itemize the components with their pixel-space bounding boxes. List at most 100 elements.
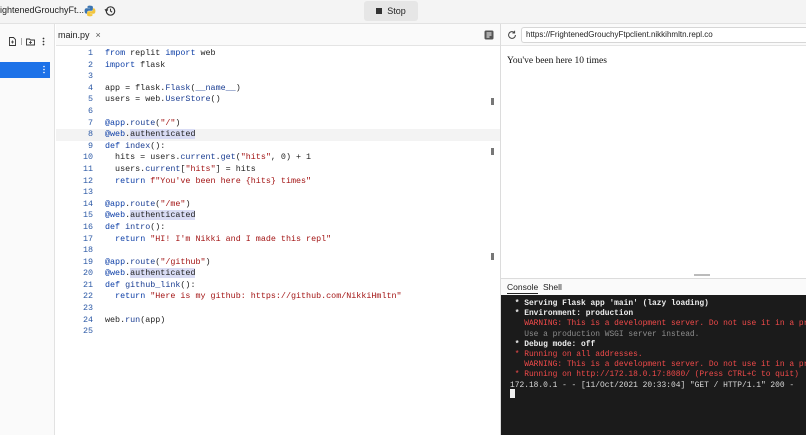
code-text: @app.route("/")	[105, 117, 181, 128]
console-line: * Debug mode: off	[510, 339, 596, 349]
console-output[interactable]: * Serving Flask app 'main' (lazy loading…	[501, 295, 806, 435]
resize-handle[interactable]	[694, 274, 710, 276]
code-text: @web.authenticated	[105, 268, 196, 279]
code-line[interactable]: 3	[56, 71, 500, 83]
refresh-icon[interactable]	[507, 30, 517, 40]
line-number: 9	[87, 140, 93, 151]
tab-console[interactable]: Console	[507, 282, 539, 294]
code-line[interactable]: 25	[56, 326, 500, 338]
code-line[interactable]: 24 web.run(app)	[56, 315, 500, 327]
code-text: users.current["hits"] = hits	[105, 163, 256, 174]
code-line[interactable]: 22 return "Here is my github: https://gi…	[56, 291, 500, 303]
url-input[interactable]: https://FrightenedGrouchyFtpclient.nikki…	[521, 27, 806, 43]
code-text: return "Here is my github: https://githu…	[115, 291, 402, 302]
close-icon[interactable]: ×	[96, 30, 101, 40]
line-number: 4	[87, 82, 93, 93]
line-number: 13	[82, 187, 93, 198]
code-line[interactable]: 11 users.current["hits"] = hits	[56, 164, 500, 176]
top-bar: ightenedGrouchyFt... Stop	[0, 0, 806, 24]
console-tab-bar: Console Shell	[501, 278, 806, 295]
scrollbar-marker	[491, 253, 494, 260]
line-number: 23	[82, 303, 93, 314]
code-line[interactable]: 21 def github_link():	[56, 280, 500, 292]
file-menu-icon[interactable]	[42, 65, 46, 74]
line-number: 8	[87, 129, 93, 140]
line-number: 3	[87, 71, 93, 82]
code-line[interactable]: 15 @web.authenticated	[56, 210, 500, 222]
code-text: hits = users.current.get("hits", 0) + 1	[105, 152, 312, 163]
line-number: 19	[82, 256, 93, 267]
code-line[interactable]: 5 users = web.UserStore()	[56, 94, 500, 106]
line-number: 2	[87, 59, 93, 70]
code-line[interactable]: 23	[56, 303, 500, 315]
history-icon[interactable]	[104, 5, 116, 17]
code-text: app = flask.Flask(__name__)	[105, 82, 241, 93]
line-number: 1	[87, 48, 93, 58]
code-line[interactable]: 1 from replit import web	[56, 48, 500, 60]
scrollbar-marker	[491, 148, 494, 155]
code-text: users = web.UserStore()	[105, 94, 221, 105]
code-line[interactable]: 7 @app.route("/")	[56, 118, 500, 130]
line-number: 10	[82, 152, 93, 163]
code-line[interactable]: 4 app = flask.Flask(__name__)	[56, 83, 500, 95]
code-editor: main.py × 1 from replit import web 2 import…	[56, 24, 500, 435]
python-logo-icon	[84, 5, 96, 17]
code-area[interactable]: 1 from replit import web 2 import flask 3 4 ap…	[56, 48, 500, 338]
new-file-icon[interactable]	[8, 37, 17, 46]
code-line[interactable]: 8 @web.authenticated	[56, 129, 500, 141]
line-number: 16	[82, 221, 93, 232]
tab-label: main.py	[58, 30, 90, 40]
webview-output-text: You've been here 10 times	[507, 56, 607, 66]
code-text: @app.route("/github")	[105, 256, 211, 267]
console-line: * Running on http://172.18.0.17:8080/ (P…	[510, 370, 799, 380]
toolbar-separator	[21, 38, 22, 45]
editor-tab-bar: main.py ×	[56, 24, 500, 46]
code-text: @app.route("/me")	[105, 198, 191, 209]
code-line[interactable]: 17 return "HI! I'm Nikki and I made this…	[56, 234, 500, 246]
repl-name[interactable]: ightenedGrouchyFt...	[0, 5, 84, 15]
code-line[interactable]: 10 hits = users.current.get("hits", 0) +…	[56, 152, 500, 164]
stop-square-icon	[376, 8, 383, 14]
tab-shell[interactable]: Shell	[543, 282, 562, 292]
code-text: def index():	[105, 140, 166, 151]
code-line[interactable]: 6	[56, 106, 500, 118]
new-folder-icon[interactable]	[26, 37, 35, 46]
code-line[interactable]: 9 def index():	[56, 141, 500, 153]
code-line[interactable]: 2 import flask	[56, 60, 500, 72]
console-line: Use a production WSGI server instead.	[510, 329, 700, 339]
line-number: 12	[82, 175, 93, 186]
stop-button[interactable]: Stop	[364, 1, 418, 21]
code-line[interactable]: 12 return f"You've been here {hits} time…	[56, 176, 500, 188]
console-line: 172.18.0.1 - - [11/Oct/2021 20:33:04] "G…	[510, 380, 795, 390]
terminal-cursor	[510, 389, 515, 398]
code-text: @web.authenticated	[105, 129, 196, 140]
line-number: 14	[82, 198, 93, 209]
sidebar-file-main-py[interactable]	[0, 62, 50, 78]
code-text: def intro():	[105, 221, 166, 232]
console-line: * Serving Flask app 'main' (lazy loading…	[510, 299, 709, 308]
code-text: return "HI! I'm Nikki and I made this re…	[115, 233, 332, 244]
code-line[interactable]: 16 def intro():	[56, 222, 500, 234]
code-line[interactable]: 13	[56, 187, 500, 199]
code-line[interactable]: 19 @app.route("/github")	[56, 257, 500, 269]
code-text: @web.authenticated	[105, 210, 196, 221]
line-number: 6	[87, 105, 93, 116]
code-line[interactable]: 14 @app.route("/me")	[56, 199, 500, 211]
code-text: import flask	[105, 59, 166, 70]
tab-main-py[interactable]: main.py ×	[58, 30, 101, 40]
console-line: WARNING: This is a development server. D…	[524, 360, 806, 370]
line-number: 11	[82, 163, 93, 174]
code-line[interactable]: 20 @web.authenticated	[56, 268, 500, 280]
console-line: * Environment: production	[510, 309, 634, 319]
code-line[interactable]: 18	[56, 245, 500, 257]
line-number: 22	[82, 291, 93, 302]
line-number: 5	[87, 94, 93, 105]
line-number: 15	[82, 210, 93, 221]
sidebar-tools	[8, 37, 48, 46]
code-text: def github_link():	[105, 279, 196, 290]
format-code-icon[interactable]	[484, 30, 494, 40]
webview-pane: https://FrightenedGrouchyFtpclient.nikki…	[501, 24, 806, 274]
kebab-menu-icon[interactable]	[39, 37, 48, 46]
console-line: WARNING: This is a development server. D…	[524, 319, 806, 329]
line-number: 25	[82, 326, 93, 337]
